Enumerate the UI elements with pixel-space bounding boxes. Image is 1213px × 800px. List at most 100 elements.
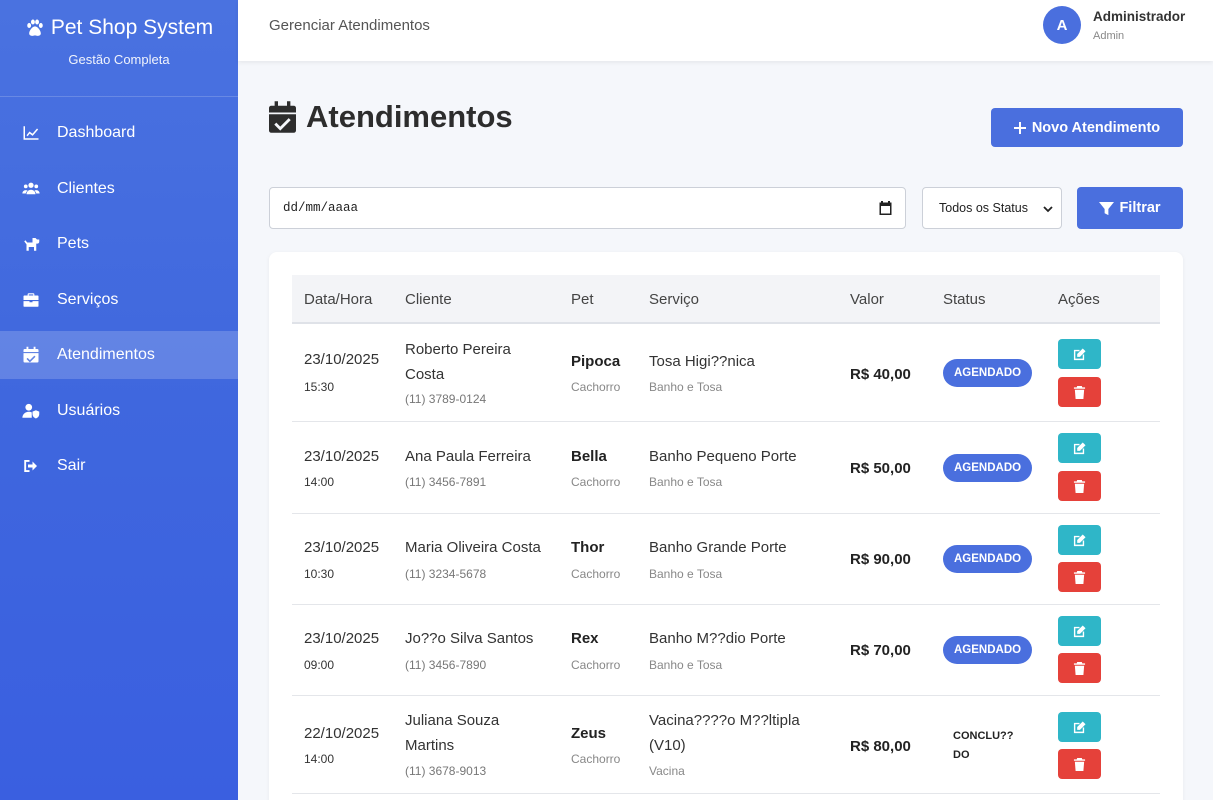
sidebar-item-clientes[interactable]: Clientes (0, 165, 238, 213)
filter-icon (1099, 201, 1115, 215)
status-badge: AGENDADO (943, 636, 1033, 664)
row-time: 15:30 (304, 380, 335, 394)
sidebar: Pet Shop System Gestão Completa Dashboar… (0, 0, 238, 800)
brand: Pet Shop System Gestão Completa (0, 0, 238, 97)
delete-button[interactable] (1058, 562, 1101, 592)
plus-icon (1013, 121, 1026, 134)
edit-button[interactable] (1058, 433, 1101, 463)
date-filter-input[interactable]: dd/mm/aaaa (269, 187, 906, 229)
status-badge: AGENDADO (943, 359, 1033, 387)
trash-icon (1073, 661, 1086, 675)
row-species: Cachorro (571, 380, 621, 394)
row-species: Cachorro (571, 752, 621, 766)
sidebar-item-atendimentos[interactable]: Atendimentos (0, 331, 238, 379)
briefcase-icon (21, 290, 41, 310)
table-row: 23/10/2025 09:00 Jo??o Silva Santos (11)… (292, 605, 1160, 696)
sidebar-item-dashboard[interactable]: Dashboard (0, 109, 238, 157)
row-client: Ana Paula Ferreira (405, 448, 531, 465)
row-price: R$ 40,00 (850, 366, 911, 383)
row-category: Banho e Tosa (649, 567, 723, 581)
page-title-text: Atendimentos (306, 99, 513, 134)
trash-icon (1073, 385, 1086, 399)
top-header: Gerenciar Atendimentos A Administrador A… (238, 0, 1213, 61)
delete-button[interactable] (1058, 471, 1101, 501)
chart-line-icon (21, 123, 41, 143)
new-appointment-button[interactable]: Novo Atendimento (991, 108, 1183, 147)
table-row: 23/10/2025 14:00 Ana Paula Ferreira (11)… (292, 422, 1160, 514)
table-header: Data/Hora Cliente Pet Serviço Valor Stat… (292, 275, 1160, 324)
breadcrumb: Gerenciar Atendimentos (269, 17, 430, 34)
row-service: Banho Grande Porte (649, 539, 787, 556)
row-pet: Rex (571, 630, 599, 647)
calendar-icon[interactable] (879, 201, 892, 215)
row-price: R$ 70,00 (850, 642, 911, 659)
sidebar-nav: Dashboard Clientes Pets Serviços Atendim… (0, 109, 238, 490)
row-price: R$ 90,00 (850, 551, 911, 568)
paw-icon (27, 19, 43, 36)
column-header-datetime: Data/Hora (304, 291, 373, 308)
edit-icon (1073, 720, 1086, 733)
brand-subtitle: Gestão Completa (68, 52, 170, 67)
row-pet: Pipoca (571, 353, 621, 370)
sidebar-item-sair[interactable]: Sair (0, 442, 238, 490)
row-date: 23/10/2025 (304, 630, 380, 647)
trash-icon (1073, 570, 1086, 584)
row-phone: (11) 3789-0124 (405, 392, 487, 406)
table-row: 22/10/2025 14:00 Juliana Souza Martins (… (292, 696, 1160, 794)
sidebar-item-label: Atendimentos (57, 346, 155, 363)
column-header-service: Serviço (649, 291, 700, 308)
table-row: 23/10/2025 15:30 Roberto Pereira Costa (… (292, 324, 1160, 422)
row-phone: (11) 3234-5678 (405, 567, 487, 581)
delete-button[interactable] (1058, 749, 1101, 779)
column-header-value: Valor (850, 291, 884, 308)
delete-button[interactable] (1058, 377, 1101, 407)
user-role: Admin (1093, 30, 1125, 42)
edit-button[interactable] (1058, 339, 1101, 369)
row-client: Roberto Pereira Costa (405, 341, 511, 383)
sidebar-item-pets[interactable]: Pets (0, 220, 238, 268)
appointments-card: Data/Hora Cliente Pet Serviço Valor Stat… (269, 252, 1183, 800)
user-name: Administrador (1093, 9, 1186, 24)
edit-icon (1073, 347, 1086, 360)
calendar-check-icon (21, 345, 41, 365)
sidebar-item-servicos[interactable]: Serviços (0, 276, 238, 324)
date-placeholder: dd/mm/aaaa (283, 201, 359, 215)
filter-button[interactable]: Filtrar (1077, 187, 1183, 229)
row-category: Banho e Tosa (649, 658, 723, 672)
users-icon (21, 179, 41, 199)
column-header-status: Status (943, 291, 986, 308)
row-service: Banho Pequeno Porte (649, 448, 797, 465)
avatar[interactable]: A (1043, 6, 1081, 44)
row-species: Cachorro (571, 475, 621, 489)
trash-icon (1073, 757, 1086, 771)
column-header-client: Cliente (405, 291, 452, 308)
edit-icon (1073, 624, 1086, 637)
sidebar-item-usuarios[interactable]: Usuários (0, 387, 238, 435)
row-pet: Thor (571, 539, 605, 556)
edit-button[interactable] (1058, 712, 1101, 742)
row-category: Vacina (649, 764, 685, 778)
status-filter-select[interactable]: Todos os Status (922, 187, 1062, 229)
row-client: Jo??o Silva Santos (405, 630, 534, 647)
sidebar-item-label: Sair (57, 457, 86, 474)
new-appointment-label: Novo Atendimento (1031, 119, 1161, 136)
row-category: Banho e Tosa (649, 380, 723, 394)
row-client: Maria Oliveira Costa (405, 539, 541, 556)
row-species: Cachorro (571, 567, 621, 581)
row-time: 14:00 (304, 752, 335, 766)
row-price: R$ 80,00 (850, 738, 911, 755)
sidebar-item-label: Clientes (57, 179, 115, 197)
row-date: 23/10/2025 (304, 351, 380, 368)
row-phone: (11) 3456-7891 (405, 475, 487, 489)
sidebar-item-label: Serviços (57, 290, 119, 308)
filter-label: Filtrar (1119, 200, 1161, 216)
edit-button[interactable] (1058, 616, 1101, 646)
row-pet: Bella (571, 448, 607, 465)
page-title: Atendimentos (269, 99, 513, 135)
edit-button[interactable] (1058, 525, 1101, 555)
row-time: 14:00 (304, 475, 335, 489)
delete-button[interactable] (1058, 653, 1101, 683)
edit-icon (1073, 441, 1086, 454)
brand-name: Pet Shop System (50, 16, 214, 39)
row-species: Cachorro (571, 658, 621, 672)
